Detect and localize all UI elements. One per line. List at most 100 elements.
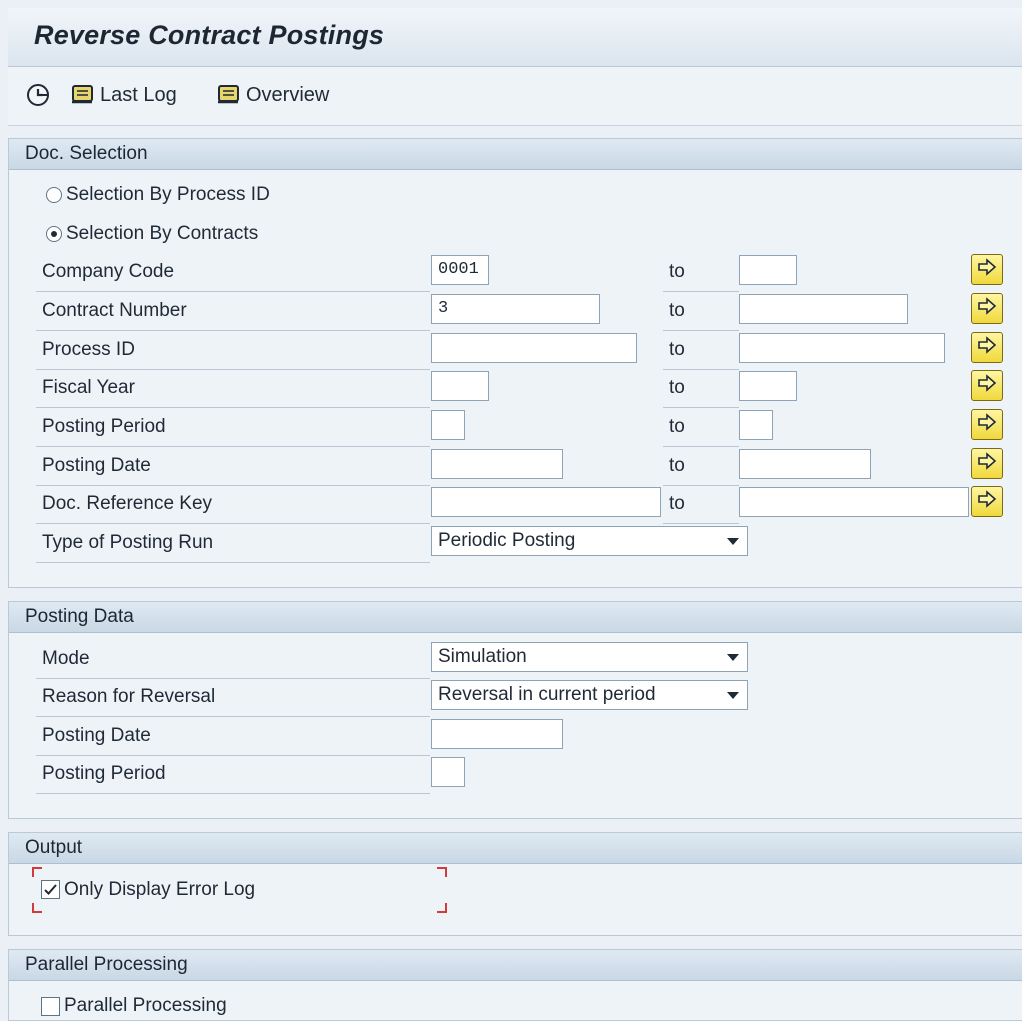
doc-reference-key-label: Doc. Reference Key — [42, 493, 213, 514]
process-id-to-input[interactable] — [739, 333, 945, 363]
contract-number-label: Contract Number — [42, 300, 187, 321]
posting-period-from-input[interactable] — [431, 410, 465, 440]
focus-corner — [32, 903, 42, 913]
row-underline — [663, 523, 739, 524]
row-underline — [36, 485, 430, 486]
radio-contracts-label: Selection By Contracts — [66, 223, 259, 244]
company-code-to-input[interactable] — [739, 255, 797, 285]
posting-date-multiple-selection-button[interactable] — [971, 448, 1003, 479]
row-underline — [36, 407, 430, 408]
company-code-label: Company Code — [42, 261, 175, 282]
title-bar: Reverse Contract Postings — [8, 8, 1022, 67]
reason-for-reversal-value: Reversal in current period — [438, 684, 656, 705]
reason-for-reversal-dropdown[interactable]: Reversal in current period — [431, 680, 748, 710]
type-of-posting-run-label: Type of Posting Run — [42, 532, 214, 553]
type-of-posting-run-dropdown[interactable]: Periodic Posting — [431, 526, 748, 556]
arrow-right-icon — [977, 258, 997, 281]
row-underline — [36, 562, 430, 563]
to-label: to — [669, 300, 685, 321]
overview-label: Overview — [246, 83, 330, 106]
log-scroll-icon — [70, 83, 96, 107]
posting-data-posting-date-input[interactable] — [431, 719, 563, 749]
row-underline — [36, 523, 430, 524]
doc-reference-key-from-input[interactable] — [431, 487, 661, 517]
posting-date-to-input[interactable] — [739, 449, 871, 479]
row-underline — [663, 291, 739, 292]
focus-corner — [437, 903, 447, 913]
doc-reference-key-to-input[interactable] — [739, 487, 969, 517]
process-id-multiple-selection-button[interactable] — [971, 332, 1003, 363]
row-underline — [663, 407, 739, 408]
posting-data-posting-period-input[interactable] — [431, 757, 465, 787]
contract-number-to-input[interactable] — [739, 294, 908, 324]
arrow-right-icon — [977, 336, 997, 359]
chevron-down-icon — [727, 654, 739, 661]
doc-reference-key-multiple-selection-button[interactable] — [971, 486, 1003, 517]
type-of-posting-run-value: Periodic Posting — [438, 530, 576, 551]
overview-scroll-icon — [216, 83, 242, 107]
row-underline — [36, 793, 430, 794]
output-header: Output — [9, 833, 1022, 864]
arrow-right-icon — [977, 374, 997, 397]
posting-period-multiple-selection-button[interactable] — [971, 409, 1003, 440]
process-id-label: Process ID — [42, 339, 135, 360]
chevron-down-icon — [727, 692, 739, 699]
overview-button[interactable]: Overview — [216, 81, 329, 109]
arrow-right-icon — [977, 452, 997, 475]
row-underline — [663, 446, 739, 447]
arrow-right-icon — [977, 490, 997, 513]
to-label: to — [669, 416, 685, 437]
focus-corner — [32, 867, 42, 877]
only-display-error-log-label: Only Display Error Log — [64, 879, 256, 900]
row-underline — [36, 369, 430, 370]
posting-data-panel: Posting Data — [8, 601, 1022, 819]
row-underline — [663, 330, 739, 331]
posting-period-label: Posting Period — [42, 416, 166, 437]
radio-selection-by-process-id[interactable] — [46, 187, 62, 203]
last-log-button[interactable]: Last Log — [70, 81, 177, 109]
execute-clock-icon — [26, 83, 50, 107]
fiscal-year-multiple-selection-button[interactable] — [971, 370, 1003, 401]
row-underline — [36, 291, 430, 292]
row-underline — [663, 369, 739, 370]
posting-period-to-input[interactable] — [739, 410, 773, 440]
row-underline — [36, 446, 430, 447]
radio-selection-by-contracts[interactable] — [46, 226, 62, 242]
parallel-processing-checkbox[interactable] — [41, 997, 60, 1016]
application-toolbar: Last Log Overview — [8, 67, 1022, 126]
arrow-right-icon — [977, 413, 997, 436]
reason-for-reversal-label: Reason for Reversal — [42, 686, 216, 707]
company-code-from-input[interactable]: 0001 — [431, 255, 489, 285]
to-label: to — [669, 377, 685, 398]
contract-number-multiple-selection-button[interactable] — [971, 293, 1003, 324]
arrow-right-icon — [977, 297, 997, 320]
process-id-from-input[interactable] — [431, 333, 637, 363]
only-display-error-log-checkbox[interactable] — [41, 880, 60, 899]
checkmark-icon — [42, 884, 59, 902]
row-underline — [663, 485, 739, 486]
mode-dropdown[interactable]: Simulation — [431, 642, 748, 672]
to-label: to — [669, 493, 685, 514]
to-label: to — [669, 339, 685, 360]
page-title: Reverse Contract Postings — [34, 20, 385, 50]
posting-data-posting-date-label: Posting Date — [42, 725, 151, 746]
to-label: to — [669, 261, 685, 282]
chevron-down-icon — [727, 538, 739, 545]
doc-selection-header: Doc. Selection — [9, 139, 1022, 170]
fiscal-year-to-input[interactable] — [739, 371, 797, 401]
to-label: to — [669, 455, 685, 476]
row-underline — [36, 678, 430, 679]
radio-process-id-label: Selection By Process ID — [66, 184, 270, 205]
company-code-multiple-selection-button[interactable] — [971, 254, 1003, 285]
parallel-processing-label: Parallel Processing — [64, 995, 227, 1016]
row-underline — [36, 330, 430, 331]
fiscal-year-label: Fiscal Year — [42, 377, 135, 398]
fiscal-year-from-input[interactable] — [431, 371, 489, 401]
execute-button[interactable] — [26, 81, 50, 109]
parallel-processing-header: Parallel Processing — [9, 950, 1022, 981]
contract-number-from-input[interactable]: 3 — [431, 294, 600, 324]
posting-date-from-input[interactable] — [431, 449, 563, 479]
last-log-label: Last Log — [100, 83, 177, 106]
mode-label: Mode — [42, 648, 90, 669]
posting-data-posting-period-label: Posting Period — [42, 763, 166, 784]
